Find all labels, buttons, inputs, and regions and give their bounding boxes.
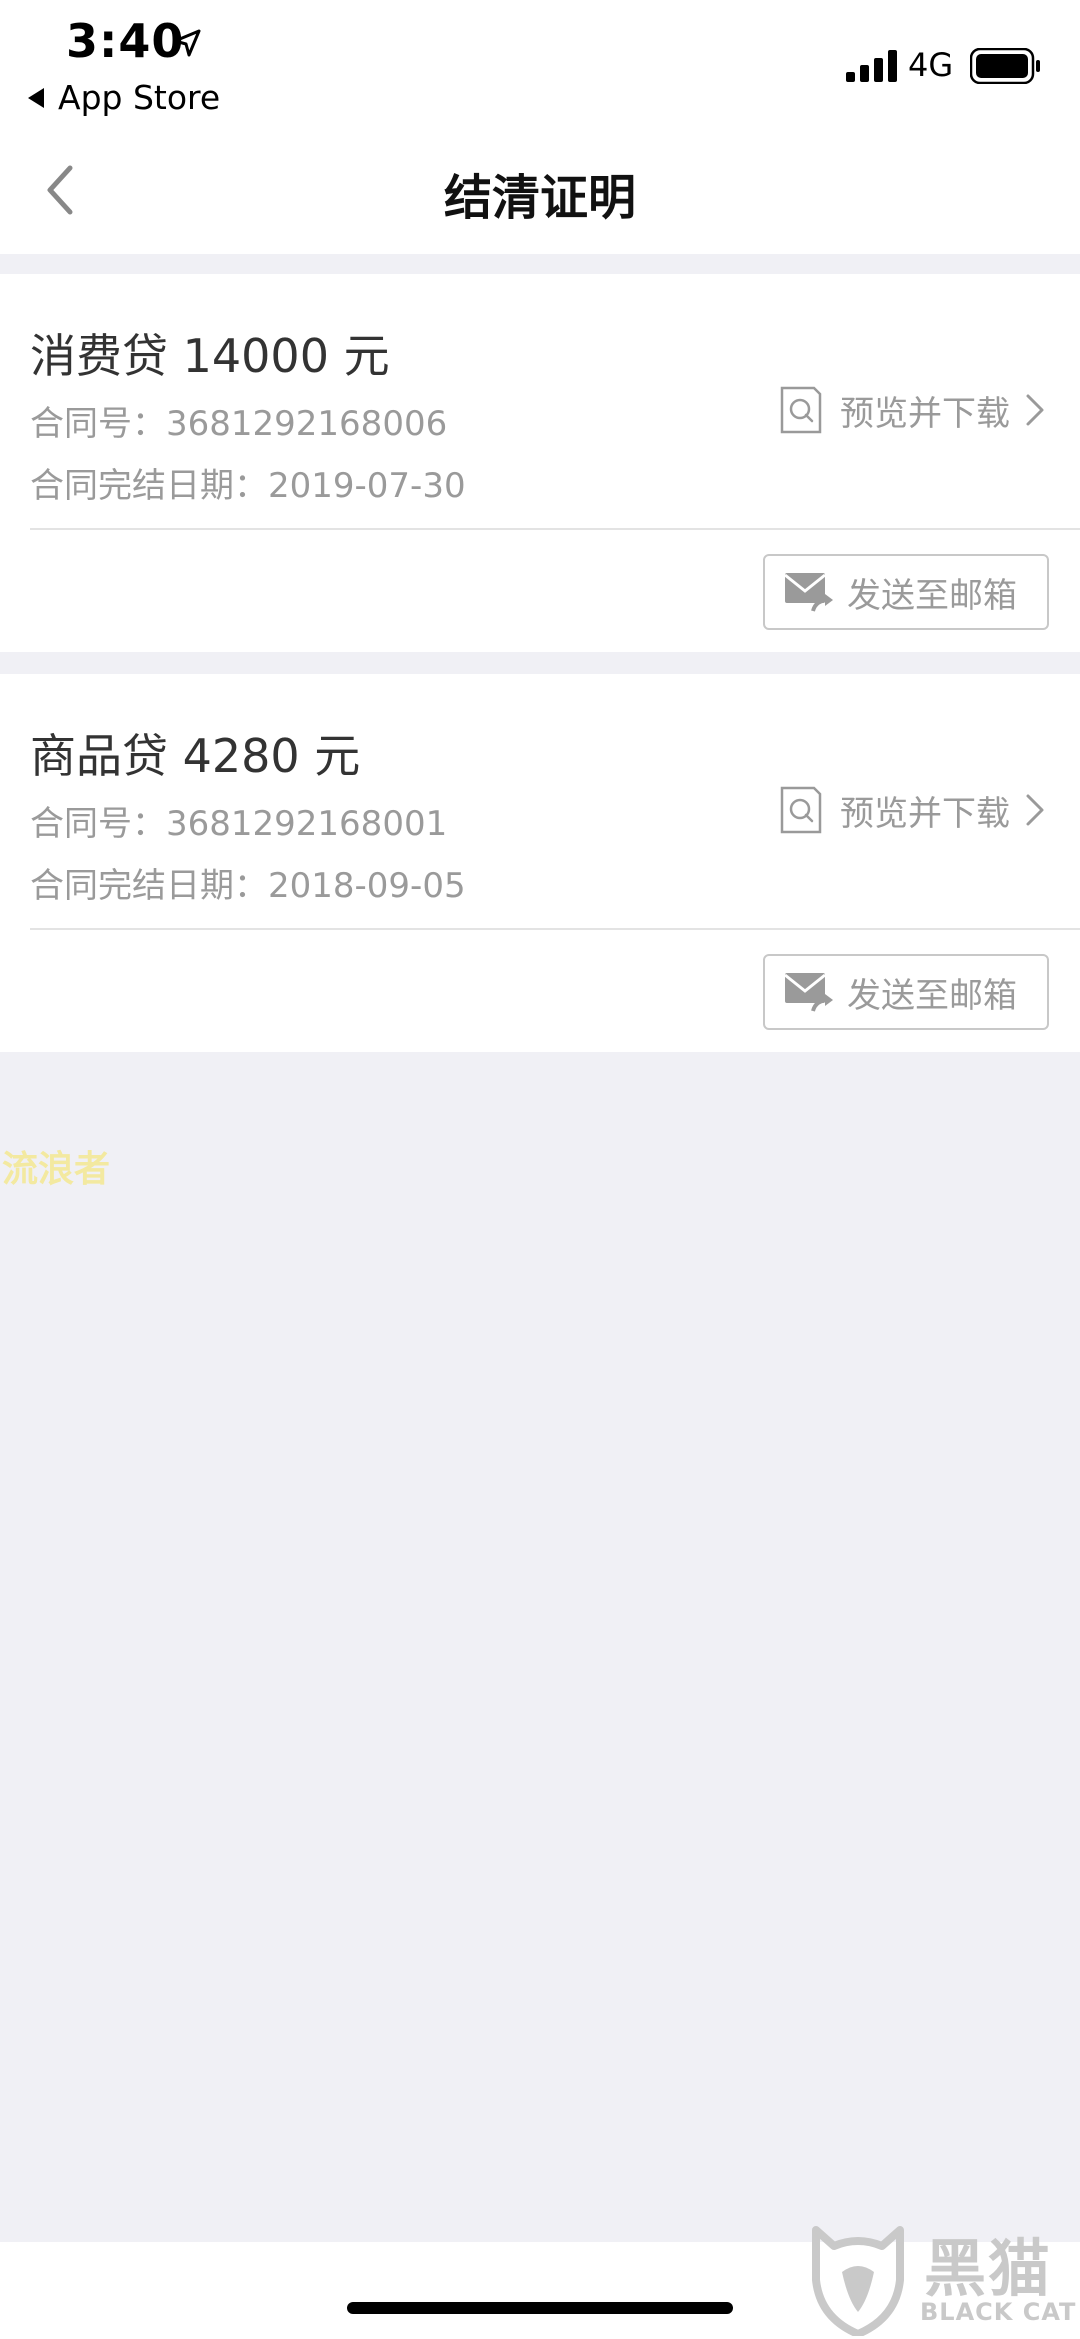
contract-value: 3681292168006 bbox=[166, 404, 448, 444]
blackcat-logo: 黑猫 BLACK CAT bbox=[808, 2218, 1080, 2339]
contract-number: 合同号：3681292168001 bbox=[30, 796, 447, 845]
nav-bar: 结清证明 bbox=[0, 130, 1080, 254]
loan-title: 商品贷 4280 元 bbox=[30, 729, 361, 783]
card-divider bbox=[30, 528, 1080, 530]
send-to-email-button[interactable]: 发送至邮箱 bbox=[763, 954, 1049, 1030]
mail-forward-icon bbox=[784, 573, 833, 612]
contract-value: 3681292168001 bbox=[166, 804, 448, 844]
cat-shield-icon bbox=[812, 2226, 904, 2336]
chevron-right-icon bbox=[1026, 794, 1044, 826]
send-to-email-button[interactable]: 发送至邮箱 bbox=[763, 554, 1049, 630]
location-arrow-icon bbox=[173, 29, 201, 57]
back-to-app-store[interactable]: App Store bbox=[28, 78, 220, 117]
date-label: 合同完结日期： bbox=[30, 466, 268, 506]
signal-bars-icon bbox=[846, 50, 897, 82]
contract-label: 合同号： bbox=[30, 404, 166, 444]
status-time: 3:40 bbox=[66, 14, 185, 68]
preview-label: 预览并下载 bbox=[840, 393, 1010, 434]
email-button-label: 发送至邮箱 bbox=[847, 975, 1017, 1016]
date-value: 2019-07-30 bbox=[268, 466, 466, 506]
logo-title: 黑猫 bbox=[924, 2232, 1053, 2305]
battery-icon bbox=[970, 48, 1040, 84]
preview-download-link[interactable]: 预览并下载 bbox=[778, 780, 1046, 840]
document-search-icon bbox=[780, 386, 822, 434]
contract-label: 合同号： bbox=[30, 804, 166, 844]
home-indicator[interactable] bbox=[347, 2302, 733, 2314]
chevron-right-icon bbox=[1026, 394, 1044, 426]
status-bar: 3:40 App Store 4G bbox=[0, 0, 1080, 130]
page-title: 结清证明 bbox=[443, 170, 636, 226]
contract-number: 合同号：3681292168006 bbox=[30, 396, 447, 445]
card-divider bbox=[30, 928, 1080, 930]
loan-title: 消费贷 14000 元 bbox=[30, 329, 390, 383]
document-search-icon bbox=[780, 786, 822, 834]
settlement-card: 商品贷 4280 元 合同号：3681292168001 合同完结日期：2018… bbox=[0, 674, 1080, 1052]
back-triangle-icon bbox=[28, 87, 44, 108]
logo-subtitle: BLACK CAT bbox=[920, 2298, 1077, 2326]
watermark-text: 流浪者 bbox=[2, 1149, 111, 1190]
settlement-card: 消费贷 14000 元 合同号：3681292168006 合同完结日期：201… bbox=[0, 274, 1080, 652]
network-type: 4G bbox=[908, 46, 954, 84]
preview-download-link[interactable]: 预览并下载 bbox=[778, 380, 1046, 440]
back-app-label: App Store bbox=[58, 78, 221, 117]
completion-date: 合同完结日期：2019-07-30 bbox=[30, 458, 466, 507]
mail-forward-icon bbox=[784, 973, 833, 1012]
date-label: 合同完结日期： bbox=[30, 866, 268, 906]
completion-date: 合同完结日期：2018-09-05 bbox=[30, 858, 466, 907]
date-value: 2018-09-05 bbox=[268, 866, 466, 906]
email-button-label: 发送至邮箱 bbox=[847, 575, 1017, 616]
preview-label: 预览并下载 bbox=[840, 793, 1010, 834]
